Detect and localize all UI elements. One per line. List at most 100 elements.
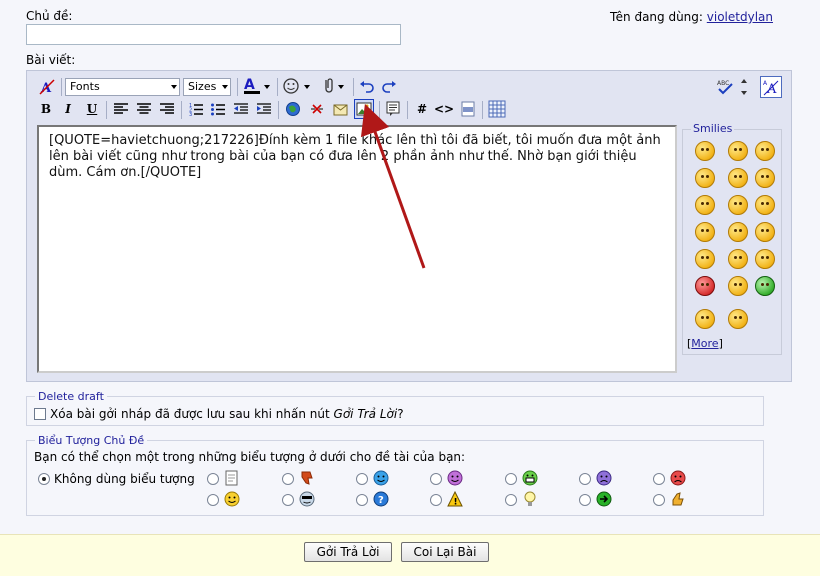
smile-icon xyxy=(373,470,389,486)
message-textarea[interactable]: [QUOTE=havietchuong;217226]Đính kèm 1 fi… xyxy=(37,125,677,373)
angry-icon xyxy=(670,470,686,486)
insert-table-icon[interactable] xyxy=(487,99,507,119)
smilie-icon[interactable] xyxy=(728,168,748,188)
italic-button[interactable]: I xyxy=(58,99,78,119)
username-link[interactable]: violetdylan xyxy=(707,10,773,24)
smilie-icon[interactable] xyxy=(755,141,775,161)
delete-draft-text: Xóa bài gởi nháp đã được lưu sau khi nhấ… xyxy=(50,407,404,421)
post-label: Bài viết: xyxy=(26,53,76,67)
warning-icon: ! xyxy=(447,491,463,507)
post-icon-radio[interactable] xyxy=(282,494,294,506)
redo-icon[interactable] xyxy=(379,76,399,96)
smilie-icon[interactable] xyxy=(695,249,715,269)
title-label: Chủ đề: xyxy=(26,9,73,23)
smilie-icon[interactable] xyxy=(695,141,715,161)
smilie-icon[interactable] xyxy=(728,249,748,269)
post-icon-radio[interactable] xyxy=(653,473,665,485)
smilie-icon[interactable] xyxy=(695,168,715,188)
post-icon-radio[interactable] xyxy=(653,494,665,506)
delete-draft-legend: Delete draft xyxy=(35,390,107,403)
lightbulb-icon xyxy=(522,491,538,507)
align-right-icon[interactable] xyxy=(157,99,177,119)
bold-button[interactable]: B xyxy=(36,99,56,119)
smilie-icon[interactable] xyxy=(695,222,715,242)
post-icon-radio[interactable] xyxy=(430,473,442,485)
svg-text:?: ? xyxy=(378,495,384,506)
size-select[interactable]: Sizes xyxy=(183,78,231,96)
smilie-icon[interactable] xyxy=(728,195,748,215)
post-icon-radio[interactable] xyxy=(579,494,591,506)
post-icon-radio[interactable] xyxy=(282,473,294,485)
post-icon-radio[interactable] xyxy=(356,473,368,485)
delete-draft-checkbox[interactable] xyxy=(34,408,46,420)
post-icon-radio[interactable] xyxy=(430,494,442,506)
svg-text:A: A xyxy=(244,77,255,93)
preview-button[interactable]: Coi Lại Bài xyxy=(401,542,489,562)
smilie-icon[interactable] xyxy=(728,276,748,296)
switch-editor-mode-icon[interactable]: AA xyxy=(760,76,782,98)
thumbs-up-icon xyxy=(670,491,686,507)
font-select[interactable]: Fonts xyxy=(65,78,180,96)
smilie-icon[interactable] xyxy=(728,141,748,161)
remove-link-icon[interactable] xyxy=(307,99,327,119)
underline-button[interactable]: U xyxy=(82,99,102,119)
ordered-list-icon[interactable]: 123 xyxy=(186,99,206,119)
smilie-icon[interactable] xyxy=(755,168,775,188)
smilie-icon[interactable] xyxy=(695,276,715,296)
sad-icon xyxy=(596,470,612,486)
spellcheck-icon[interactable]: ABC xyxy=(715,77,735,97)
post-icons-legend: Biểu Tượng Chủ Đề xyxy=(35,434,148,447)
question-icon: ? xyxy=(373,491,389,507)
insert-link-icon[interactable] xyxy=(283,99,303,119)
post-icons-instruction: Bạn có thể chọn một trong những biểu tượ… xyxy=(34,450,466,464)
document-icon xyxy=(224,470,240,486)
wrap-php-icon[interactable] xyxy=(458,99,478,119)
align-left-icon[interactable] xyxy=(111,99,131,119)
post-icon-radio[interactable] xyxy=(207,473,219,485)
wrap-html-button[interactable]: <> xyxy=(434,99,454,119)
insert-email-icon[interactable] xyxy=(331,99,351,119)
post-icon-radio[interactable] xyxy=(356,494,368,506)
title-input[interactable] xyxy=(26,24,401,45)
resize-editor-icon[interactable] xyxy=(737,77,751,97)
smilies-legend: Smilies xyxy=(691,122,735,135)
cool-icon xyxy=(299,491,315,507)
outdent-icon[interactable] xyxy=(231,99,251,119)
post-icon-radio[interactable] xyxy=(579,473,591,485)
smilie-icon[interactable] xyxy=(755,249,775,269)
quote-icon[interactable] xyxy=(383,99,403,119)
grin-icon xyxy=(522,470,538,486)
happy-purple-icon xyxy=(447,470,463,486)
attachment-icon[interactable] xyxy=(317,76,347,96)
post-icon-radio[interactable] xyxy=(207,494,219,506)
text-color-icon[interactable]: A xyxy=(241,76,271,96)
smilie-icon[interactable] xyxy=(728,309,748,329)
smilie-icon[interactable] xyxy=(728,222,748,242)
smilie-icon[interactable] xyxy=(755,276,775,296)
svg-text:3: 3 xyxy=(189,112,192,116)
submit-reply-button[interactable]: Gởi Trả Lời xyxy=(304,542,392,562)
editor: A Fonts Sizes A ABC AA B I U xyxy=(26,70,792,382)
insert-image-icon[interactable] xyxy=(354,99,374,119)
username-label: Tên đang dùng: xyxy=(610,10,703,24)
wrap-code-button[interactable]: # xyxy=(412,99,432,119)
smilies-more-link[interactable]: More xyxy=(691,337,718,350)
username-row: Tên đang dùng: violetdylan xyxy=(610,10,773,24)
unordered-list-icon[interactable] xyxy=(208,99,228,119)
smilie-icon[interactable] xyxy=(755,195,775,215)
post-icon-radio[interactable] xyxy=(505,494,517,506)
smilie-icon[interactable] xyxy=(695,195,715,215)
smilie-icon[interactable] xyxy=(695,309,715,329)
indent-icon[interactable] xyxy=(254,99,274,119)
smile-yellow-icon xyxy=(224,491,240,507)
remove-format-icon[interactable]: A xyxy=(37,77,57,97)
svg-text:ABC: ABC xyxy=(717,80,729,87)
svg-text:!: ! xyxy=(454,498,458,508)
insert-smilie-icon[interactable] xyxy=(281,76,313,96)
smilies-more: [More] xyxy=(687,337,723,350)
post-icon-radio[interactable] xyxy=(505,473,517,485)
no-icon-radio[interactable] xyxy=(38,473,50,485)
align-center-icon[interactable] xyxy=(134,99,154,119)
smilie-icon[interactable] xyxy=(755,222,775,242)
undo-icon[interactable] xyxy=(357,76,377,96)
